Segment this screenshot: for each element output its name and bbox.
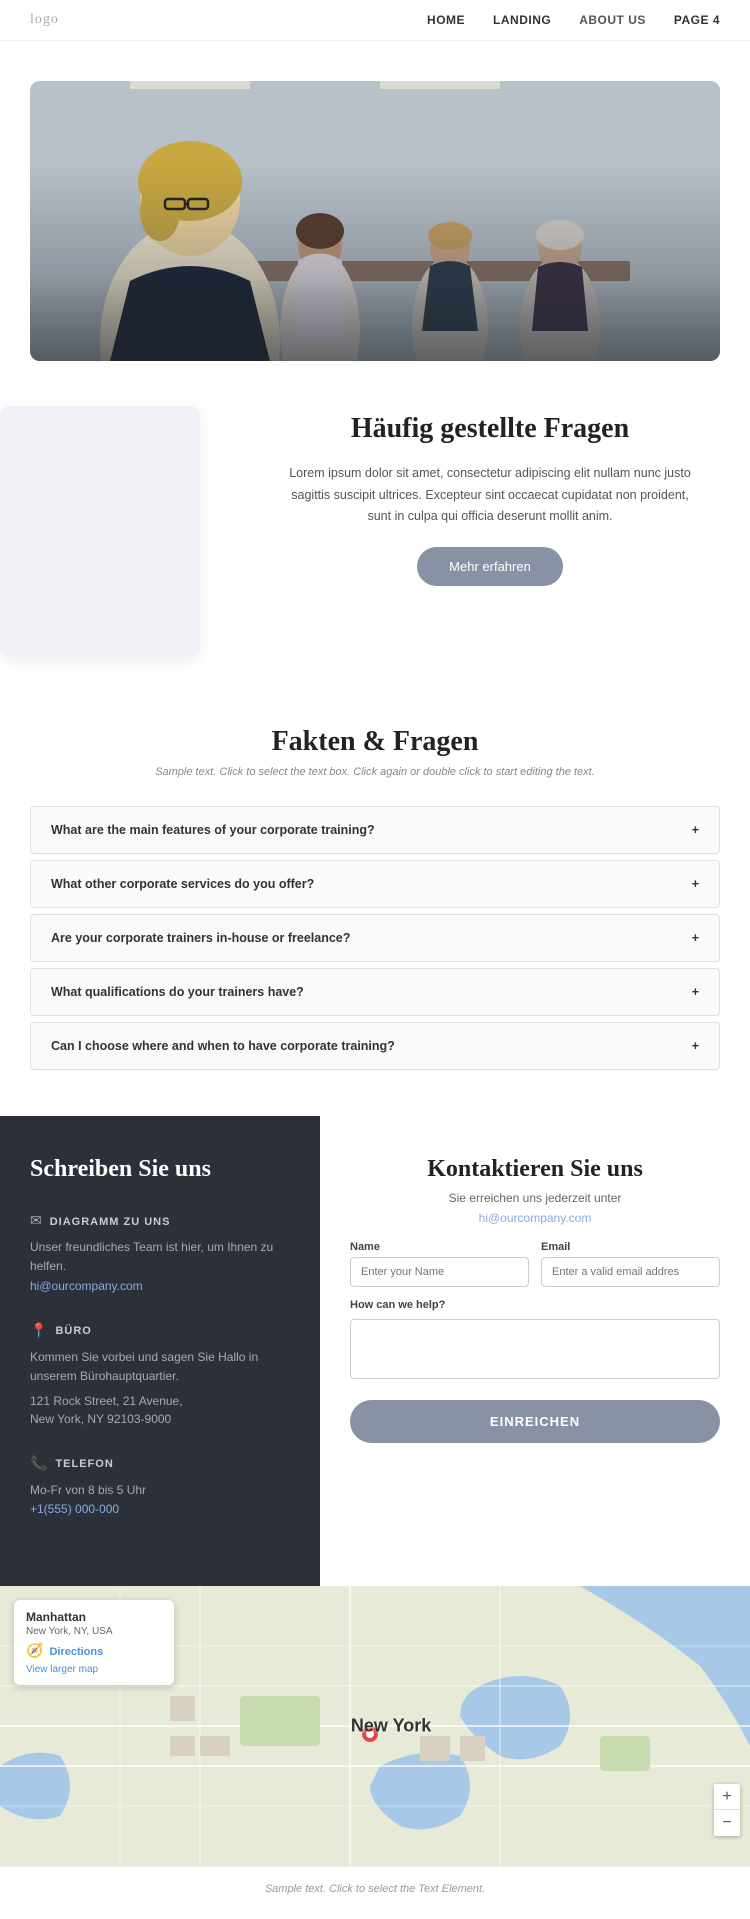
footer-text: Sample text. Click to select the Text El… [30,1883,720,1895]
nav-links: HOME LANDING ABOUT US PAGE 4 [427,13,720,27]
faq-toggle-4[interactable]: + [692,986,699,999]
faq-item-1[interactable]: What are the main features of your corpo… [30,806,720,854]
faq-question-4: What qualifications do your trainers hav… [51,985,304,999]
map-zoom-controls: + − [714,1784,740,1836]
faq-toggle-2[interactable]: + [692,878,699,891]
contact-email-display: hi@ourcompany.com [350,1211,720,1225]
contact-right-subtitle: Sie erreichen uns jederzeit unter [350,1191,720,1205]
map-larger-link[interactable]: View larger map [26,1664,162,1675]
contact-office-text: Kommen Sie vorbei und sagen Sie Hallo in… [30,1348,290,1386]
contact-phone-text: Mo-Fr von 8 bis 5 Uhr [30,1481,290,1500]
form-group-name: Name [350,1241,529,1287]
map-zoom-out-button[interactable]: − [714,1810,740,1836]
contact-right-title: Kontaktieren Sie uns [350,1156,720,1183]
form-row-name-email: Name Email [350,1241,720,1287]
faq-question-5: Can I choose where and when to have corp… [51,1039,395,1053]
faq-toggle-3[interactable]: + [692,932,699,945]
logo: logo [30,12,59,28]
email-label: Email [541,1241,720,1253]
hero-image [30,81,720,361]
help-textarea[interactable] [350,1319,720,1379]
hero-photo-bg [30,81,720,361]
contact-email-header: ✉ DIAGRAMM ZU UNS [30,1213,290,1230]
help-label: How can we help? [350,1299,720,1311]
contact-office-header: 📍 BÜRO [30,1323,290,1340]
contact-phone-block: 📞 TELEFON Mo-Fr von 8 bis 5 Uhr +1(555) … [30,1456,290,1518]
contact-right-panel: Kontaktieren Sie uns Sie erreichen uns j… [320,1116,750,1586]
faq-question-2: What other corporate services do you off… [51,877,314,891]
contact-email-block: ✉ DIAGRAMM ZU UNS Unser freundliches Tea… [30,1213,290,1294]
map-location-name: Manhattan [26,1610,162,1624]
name-input[interactable] [350,1257,529,1287]
faq-subtitle: Sample text. Click to select the text bo… [30,766,720,778]
phone-icon: 📞 [30,1456,47,1473]
name-label: Name [350,1241,529,1253]
hero-title: Häufig gestellte Fragen [351,411,629,447]
contact-email-link[interactable]: hi@ourcompany.com [30,1279,143,1293]
contact-section: Schreiben Sie uns ✉ DIAGRAMM ZU UNS Unse… [0,1116,750,1586]
map-background: New York Manhattan New York, NY, USA 🧭 D… [0,1586,750,1866]
faq-question-3: Are your corporate trainers in-house or … [51,931,350,945]
faq-section: Fakten & Fragen Sample text. Click to se… [0,696,750,1116]
hero-section: Häufig gestellte Fragen Lorem ipsum dolo… [0,41,750,636]
nav-home[interactable]: HOME [427,13,465,27]
contact-left-title: Schreiben Sie uns [30,1156,290,1183]
hero-body: Lorem ipsum dolor sit amet, consectetur … [280,463,700,527]
submit-button[interactable]: EINREICHEN [350,1400,720,1443]
nav-page4[interactable]: PAGE 4 [674,13,720,27]
contact-office-heading: BÜRO [55,1325,91,1337]
nav-landing[interactable]: LANDING [493,13,551,27]
map-section: New York Manhattan New York, NY, USA 🧭 D… [0,1586,750,1866]
faq-item-5[interactable]: Can I choose where and when to have corp… [30,1022,720,1070]
map-pin-icon: 🧭 [26,1643,43,1660]
navigation: logo HOME LANDING ABOUT US PAGE 4 [0,0,750,41]
location-icon: 📍 [30,1323,47,1340]
map-zoom-in-button[interactable]: + [714,1784,740,1810]
faq-item-2[interactable]: What other corporate services do you off… [30,860,720,908]
faq-toggle-1[interactable]: + [692,824,699,837]
nav-about[interactable]: ABOUT US [579,13,646,27]
map-directions-link[interactable]: Directions [49,1646,103,1658]
contact-email-text: Unser freundliches Team ist hier, um Ihn… [30,1238,290,1276]
form-group-help: How can we help? [350,1299,720,1400]
form-group-email: Email [541,1241,720,1287]
contact-left-panel: Schreiben Sie uns ✉ DIAGRAMM ZU UNS Unse… [0,1116,320,1586]
faq-title: Fakten & Fragen [30,726,720,758]
contact-office-address: 121 Rock Street, 21 Avenue,New York, NY … [30,1392,290,1428]
map-location-address: New York, NY, USA [26,1626,162,1637]
contact-email-heading: DIAGRAMM ZU UNS [50,1216,171,1228]
map-directions: 🧭 Directions [26,1643,162,1660]
map-info-card: Manhattan New York, NY, USA 🧭 Directions… [14,1600,174,1685]
email-input[interactable] [541,1257,720,1287]
hero-card [0,406,200,656]
email-icon: ✉ [30,1213,42,1230]
map-city-label: New York [351,1716,431,1737]
faq-question-1: What are the main features of your corpo… [51,823,375,837]
contact-office-block: 📍 BÜRO Kommen Sie vorbei und sagen Sie H… [30,1323,290,1428]
contact-phone-heading: TELEFON [55,1458,113,1470]
footer: Sample text. Click to select the Text El… [0,1866,750,1911]
contact-phone-header: 📞 TELEFON [30,1456,290,1473]
faq-item-3[interactable]: Are your corporate trainers in-house or … [30,914,720,962]
faq-item-4[interactable]: What qualifications do your trainers hav… [30,968,720,1016]
mehr-button[interactable]: Mehr erfahren [417,547,563,586]
contact-phone-link[interactable]: +1(555) 000-000 [30,1502,119,1516]
faq-toggle-5[interactable]: + [692,1040,699,1053]
hero-text-block: Häufig gestellte Fragen Lorem ipsum dolo… [250,391,720,606]
